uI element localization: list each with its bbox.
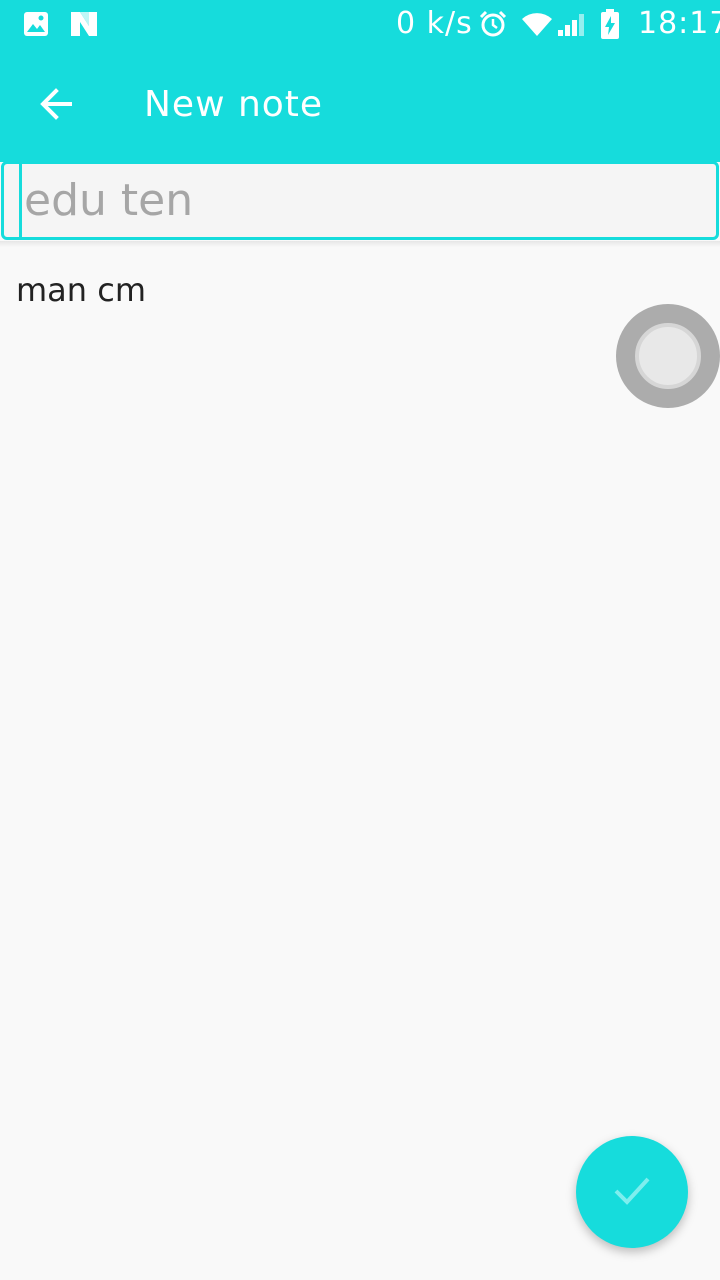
note-title-input[interactable] <box>1 161 719 240</box>
status-bar: 0 k/s 18:17 <box>0 0 720 50</box>
assistive-touch-button[interactable] <box>616 304 720 408</box>
page-title: New note <box>144 84 324 125</box>
save-note-button[interactable] <box>576 1136 688 1248</box>
battery-charging-icon <box>598 8 622 44</box>
arrow-left-icon <box>36 84 76 128</box>
n-icon <box>68 10 100 42</box>
image-icon <box>22 10 50 42</box>
text-cursor <box>19 164 22 237</box>
network-speed: 0 k/s <box>396 6 473 41</box>
back-button[interactable] <box>22 72 90 140</box>
assistive-touch-inner <box>635 323 701 389</box>
app-toolbar: New note <box>0 50 720 162</box>
note-body-text: man cm <box>16 271 146 309</box>
signal-icon <box>556 12 590 42</box>
note-body-editor[interactable]: man cm <box>0 247 720 1280</box>
alarm-icon <box>478 9 508 43</box>
clock: 18:17 <box>638 6 720 41</box>
wifi-icon <box>520 10 554 42</box>
check-icon <box>610 1168 654 1216</box>
